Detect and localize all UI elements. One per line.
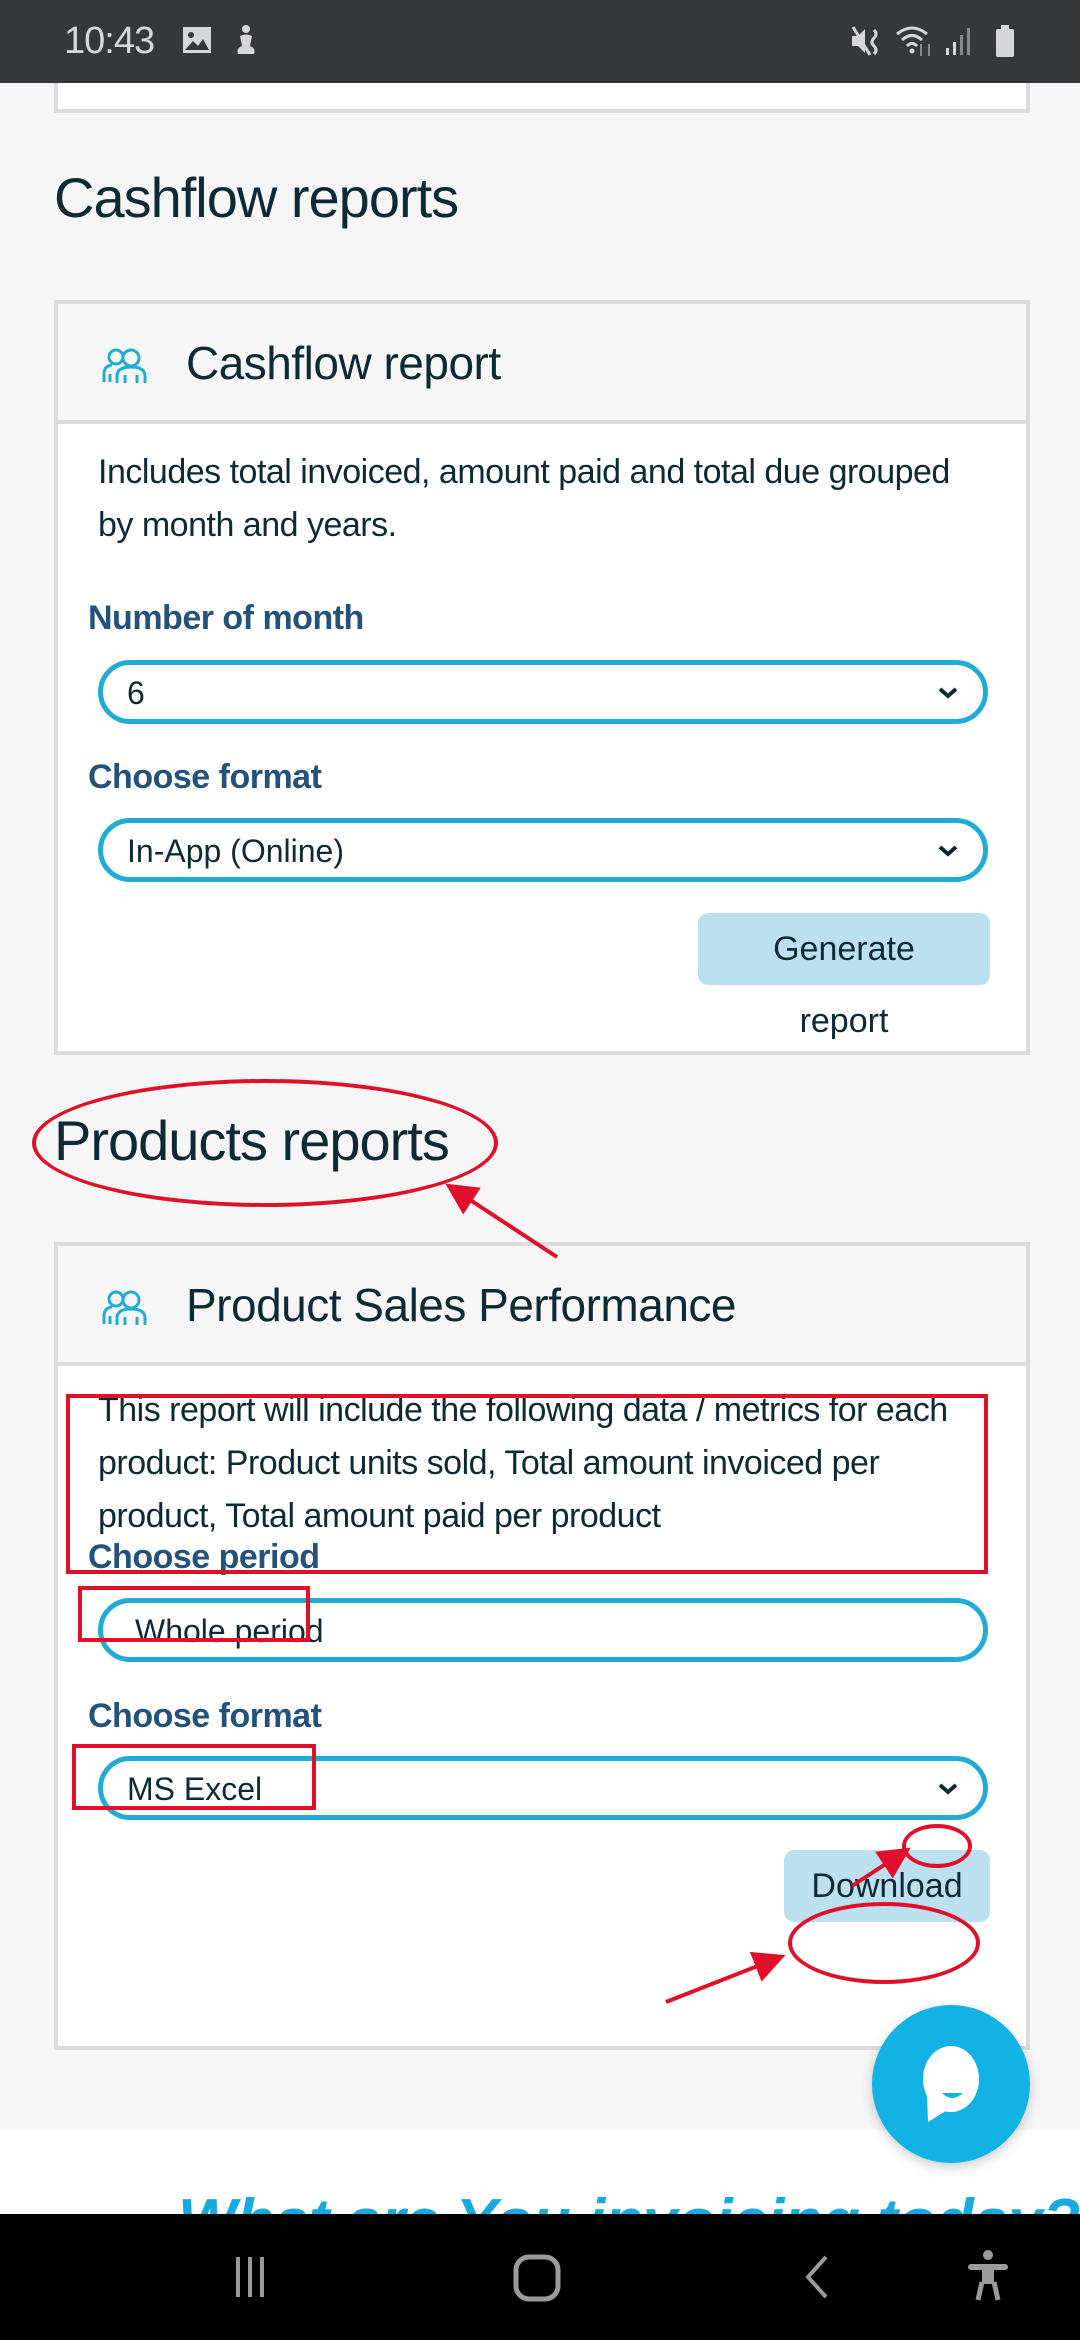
annotation-box-format-label	[72, 1744, 316, 1810]
chat-button[interactable]	[872, 2005, 1030, 2163]
cashflow-format-value: In-App (Online)	[127, 833, 344, 869]
status-bar: 10:43	[0, 0, 1080, 83]
footer-tagline: What are You invoicing today?	[178, 2186, 1080, 2215]
battery-icon	[996, 25, 1014, 57]
cashflow-section-title: Cashflow reports	[54, 166, 459, 229]
mute-vibrate-icon	[851, 26, 878, 56]
chat-bubble-icon	[923, 2046, 979, 2122]
annotation-ellipse-chevron	[902, 1824, 972, 1868]
accessibility-icon[interactable]	[966, 2250, 1010, 2302]
product-sales-card-title: Product Sales Performance	[186, 1279, 737, 1331]
chevron-down-icon[interactable]	[937, 1778, 959, 1800]
home-icon[interactable]	[512, 2254, 562, 2302]
cashflow-format-select[interactable]: In-App (Online)	[98, 818, 988, 882]
accessibility-service-icon	[237, 25, 255, 54]
annotation-box-description	[66, 1394, 988, 1574]
cashflow-report-card: Cashflow report Includes total invoiced,…	[54, 300, 1030, 1055]
chevron-down-icon	[938, 845, 958, 857]
cashflow-format-label: Choose format	[88, 758, 322, 796]
annotation-ellipse-products-title	[32, 1079, 498, 1207]
cashflow-description: Includes total invoiced, amount paid and…	[98, 453, 950, 544]
product-format-label: Choose format	[88, 1697, 322, 1735]
number-of-month-value: 6	[127, 675, 145, 711]
back-icon[interactable]	[802, 2254, 832, 2300]
number-of-month-select[interactable]: 6	[98, 660, 988, 724]
generate-report-button[interactable]: Generate report	[698, 913, 990, 1040]
product-sales-card-header: Product Sales Performance	[58, 1246, 1026, 1366]
previous-card-bottom	[54, 83, 1030, 113]
system-nav-bar	[0, 2214, 1080, 2340]
annotation-ellipse-download	[788, 1902, 980, 1984]
recent-apps-icon[interactable]	[232, 2254, 276, 2300]
cashflow-card-header: Cashflow report	[58, 304, 1026, 424]
people-icon	[102, 1290, 147, 1325]
people-icon	[102, 348, 147, 383]
cashflow-card-title: Cashflow report	[186, 337, 501, 389]
number-of-month-label: Number of month	[88, 599, 364, 637]
wifi-icon	[896, 26, 930, 56]
signal-icon	[946, 28, 970, 55]
chevron-down-icon	[938, 687, 958, 699]
image-icon	[183, 27, 211, 53]
annotation-box-period-label	[78, 1586, 310, 1642]
status-time: 10:43	[64, 20, 155, 62]
